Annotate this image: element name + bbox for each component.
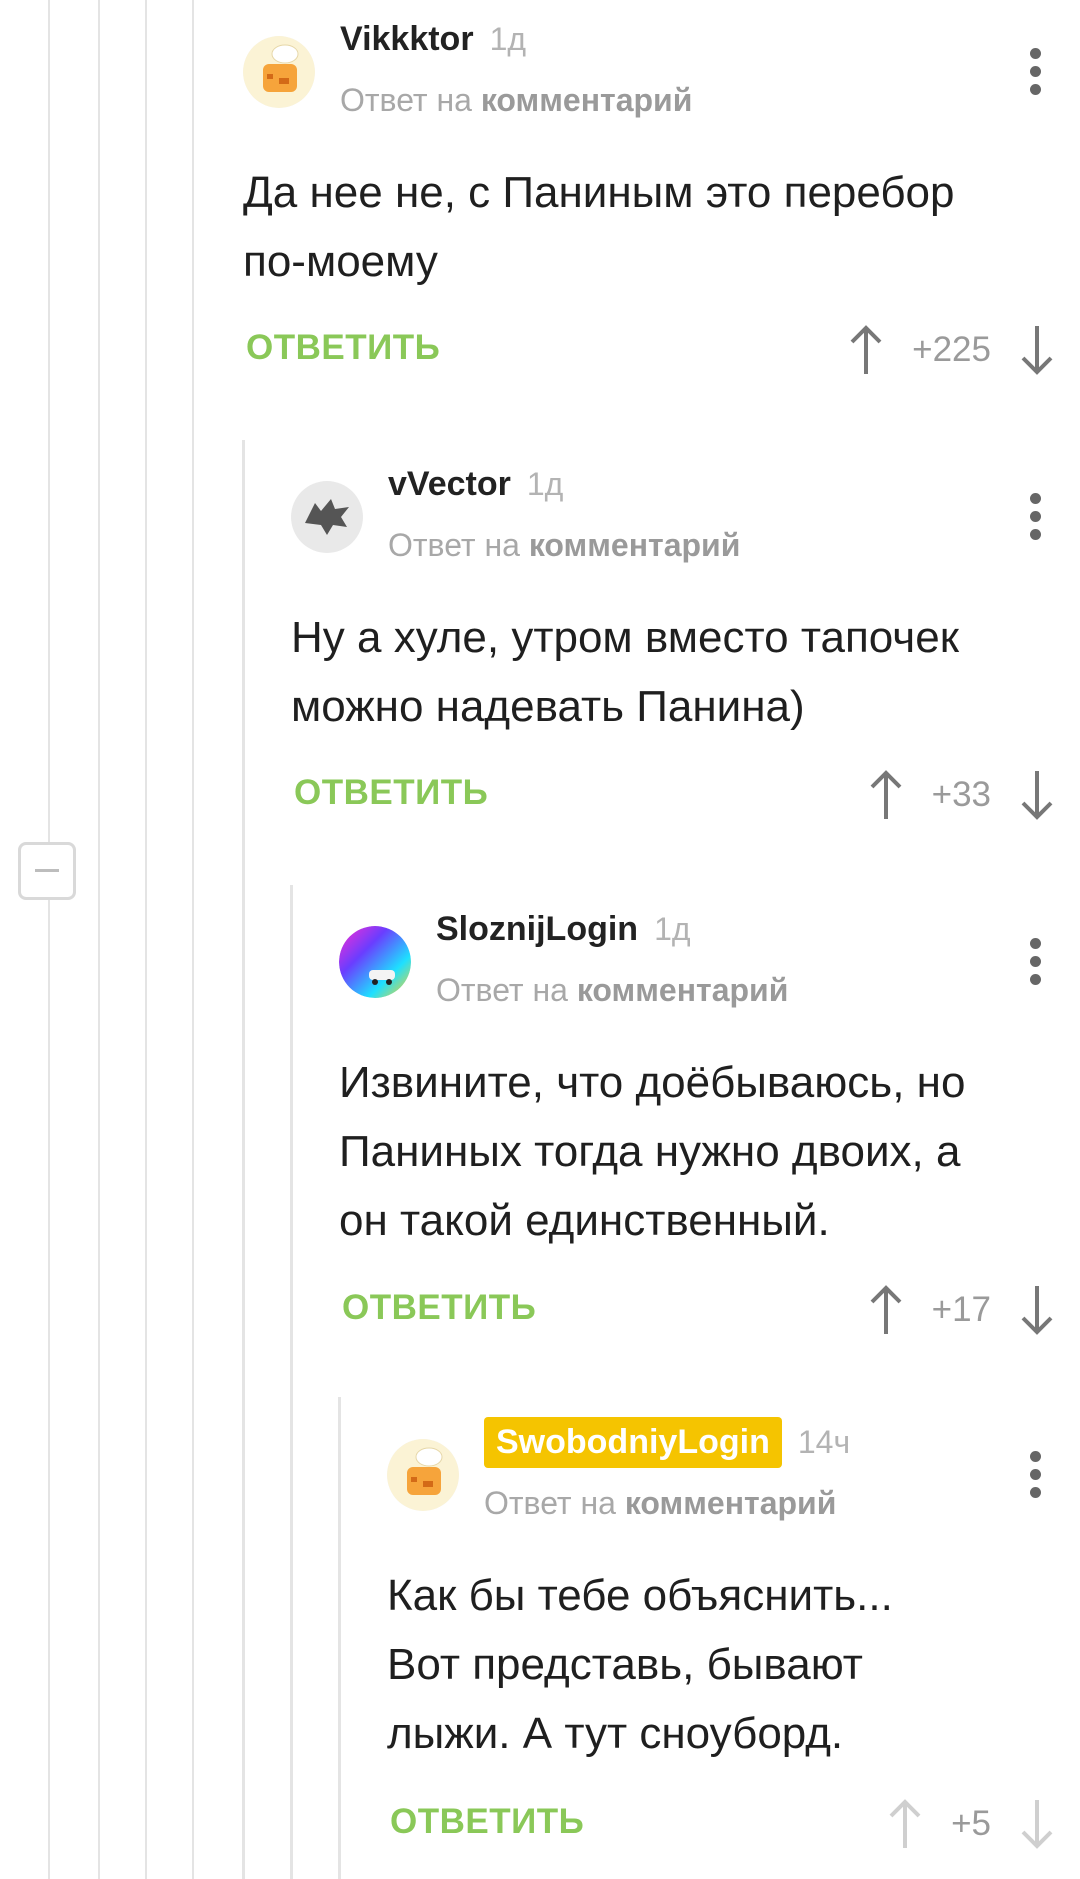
author-name[interactable]: Vikkktor bbox=[340, 20, 474, 59]
branch-line bbox=[290, 885, 293, 1879]
upvote-arrow-icon[interactable] bbox=[868, 1284, 904, 1336]
more-options-icon[interactable] bbox=[1030, 1451, 1042, 1505]
avatar[interactable] bbox=[243, 36, 315, 108]
thread-guide-line bbox=[192, 0, 194, 1879]
branch-line bbox=[338, 1397, 341, 1879]
rating: +33 bbox=[868, 765, 1055, 825]
rating: +5 bbox=[887, 1794, 1055, 1854]
comment-time: 14ч bbox=[797, 1424, 851, 1460]
rating-score: +225 bbox=[912, 330, 991, 369]
downvote-arrow-icon[interactable] bbox=[1019, 324, 1055, 376]
branch-line bbox=[242, 440, 245, 1879]
comment: SwobodniyLogin 14ч Ответ на комментарий … bbox=[387, 1403, 1080, 1879]
downvote-arrow-icon[interactable] bbox=[1019, 1798, 1055, 1850]
chef-hat-icon bbox=[387, 1439, 459, 1511]
thread-guide-line bbox=[98, 0, 100, 1879]
reply-button[interactable]: ОТВЕТИТЬ bbox=[390, 1802, 584, 1842]
author-name[interactable]: SwobodniyLogin bbox=[484, 1417, 782, 1468]
comment-text: Извините, что доёбываюсь, но Паниных тог… bbox=[339, 1058, 966, 1245]
downvote-arrow-icon[interactable] bbox=[1019, 1284, 1055, 1336]
rating-score: +17 bbox=[931, 1290, 991, 1329]
downvote-arrow-icon[interactable] bbox=[1019, 769, 1055, 821]
upvote-arrow-icon[interactable] bbox=[848, 324, 884, 376]
rating-score: +33 bbox=[931, 775, 991, 814]
author-name[interactable]: SloznijLogin bbox=[436, 910, 638, 949]
author-name[interactable]: vVector bbox=[388, 465, 511, 504]
thread-guide-line bbox=[145, 0, 147, 1879]
comment-text: Да нее не, с Паниным это перебор по-моем… bbox=[243, 168, 955, 286]
reply-to-link[interactable]: Ответ на комментарий bbox=[436, 972, 788, 1009]
avatar[interactable] bbox=[291, 481, 363, 553]
comment-time: 1д bbox=[654, 911, 691, 947]
wolf-sigil-icon bbox=[291, 481, 363, 553]
upvote-arrow-icon[interactable] bbox=[887, 1798, 923, 1850]
reply-button[interactable]: ОТВЕТИТЬ bbox=[246, 328, 440, 368]
upvote-arrow-icon[interactable] bbox=[868, 769, 904, 821]
collapse-thread-button[interactable] bbox=[18, 842, 76, 900]
colorful-car-icon bbox=[339, 926, 411, 998]
more-options-icon[interactable] bbox=[1030, 493, 1042, 547]
thread-guide-line bbox=[48, 0, 50, 1879]
avatar[interactable] bbox=[387, 1439, 459, 1511]
reply-to-link[interactable]: Ответ на комментарий bbox=[388, 527, 740, 564]
comment-time: 1д bbox=[489, 21, 527, 57]
chef-hat-icon bbox=[243, 36, 315, 108]
reply-button[interactable]: ОТВЕТИТЬ bbox=[294, 773, 488, 813]
rating-score: +5 bbox=[951, 1804, 991, 1843]
rating: +17 bbox=[868, 1280, 1055, 1340]
comment: vVector 1д Ответ на комментарий Ну а хул… bbox=[291, 445, 1080, 845]
more-options-icon[interactable] bbox=[1030, 48, 1042, 102]
comment-text: Ну а хуле, утром вместо тапочек можно на… bbox=[291, 613, 959, 731]
comment: Vikkktor 1д Ответ на комментарий Да нее … bbox=[243, 0, 1080, 400]
reply-to-link[interactable]: Ответ на комментарий bbox=[484, 1485, 836, 1522]
comment-time: 1д bbox=[526, 466, 564, 502]
comment-text: Как бы тебе объяснить... Вот представь, … bbox=[387, 1571, 893, 1758]
more-options-icon[interactable] bbox=[1030, 938, 1042, 992]
rating: +225 bbox=[848, 320, 1055, 380]
reply-button[interactable]: ОТВЕТИТЬ bbox=[342, 1288, 536, 1328]
avatar[interactable] bbox=[339, 926, 411, 998]
reply-to-link[interactable]: Ответ на комментарий bbox=[340, 82, 692, 119]
comment: SloznijLogin 1д Ответ на комментарий Изв… bbox=[339, 890, 1080, 1350]
